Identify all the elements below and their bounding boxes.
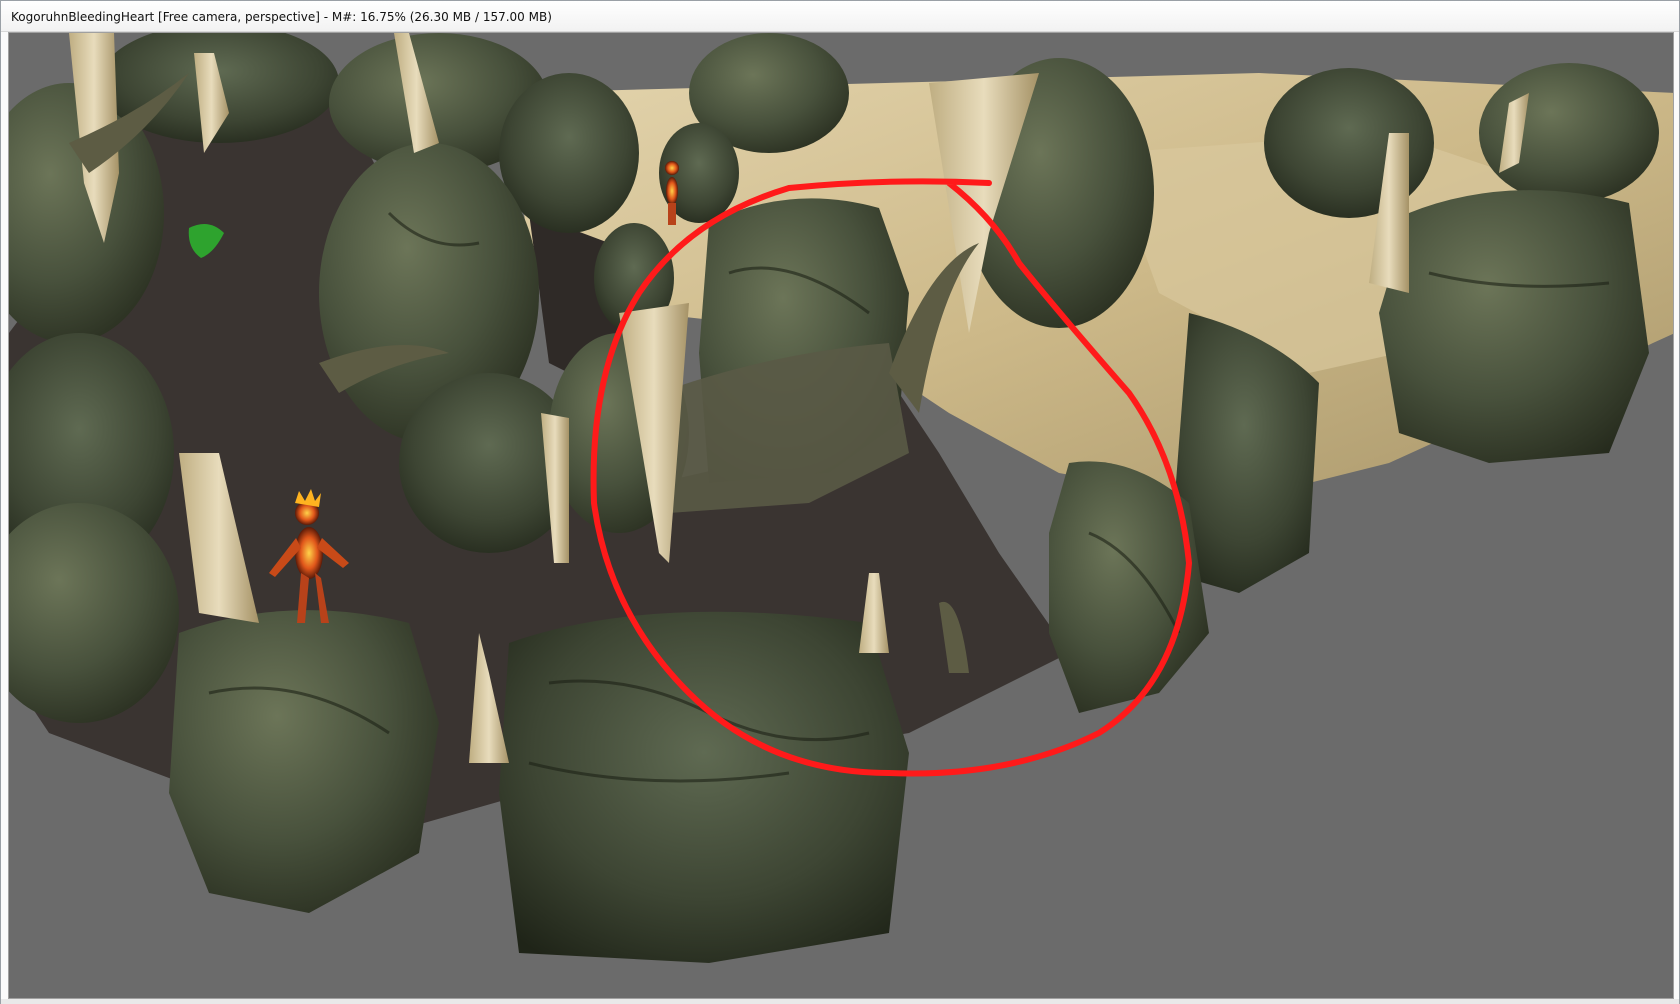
title-bar[interactable]: KogoruhnBleedingHeart [Free camera, pers… [1,1,1679,32]
app-window: KogoruhnBleedingHeart [Free camera, pers… [0,0,1680,1004]
bottom-border [1,999,1679,1004]
window-title: KogoruhnBleedingHeart [Free camera, pers… [11,10,552,24]
fire-creature-head [665,161,679,175]
fire-creature-body [666,177,678,205]
dark-rock [499,611,909,963]
fire-creature-body [295,527,323,579]
scene-render[interactable] [9,33,1674,999]
3d-viewport[interactable] [8,32,1674,999]
fire-creature-leg [668,203,676,225]
dark-rock [1379,190,1649,463]
